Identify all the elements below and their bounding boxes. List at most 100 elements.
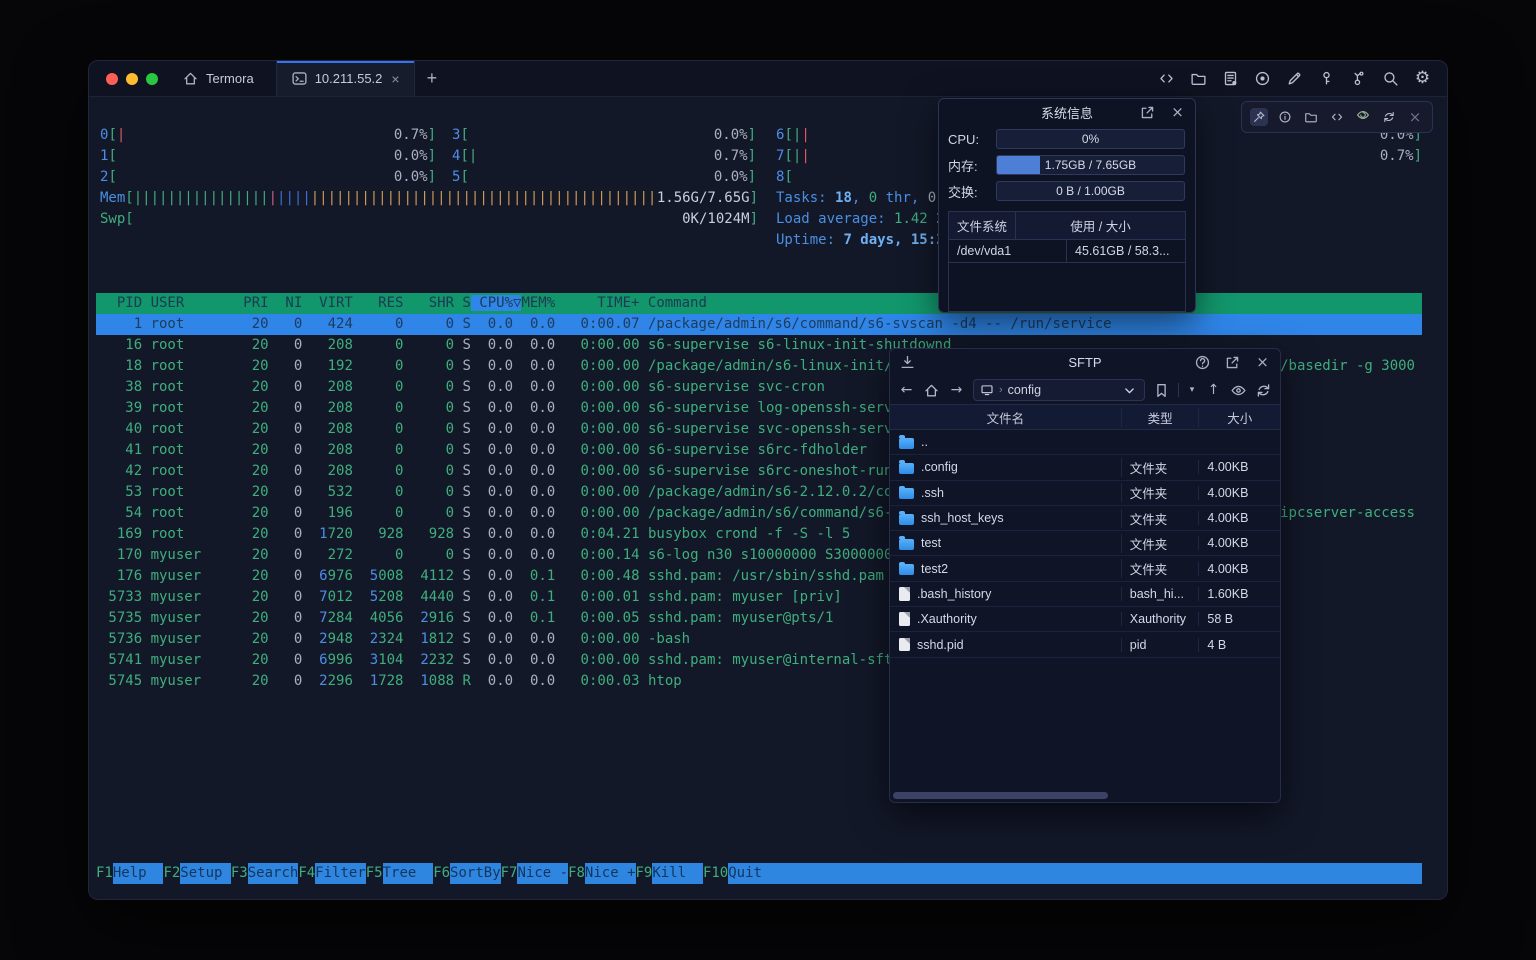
log-icon[interactable] (1222, 70, 1239, 87)
folder-icon[interactable] (1302, 108, 1320, 126)
sftp-window: SFTP × ← → › config ▾ ↑ 文件名 (889, 348, 1281, 803)
file-row[interactable]: .bash_historybash_hi...1.60KB (890, 582, 1280, 607)
side-toolbar: × (1241, 101, 1433, 133)
close-window-button[interactable] (106, 73, 118, 85)
tab-termora-home[interactable]: Termora (172, 61, 276, 96)
upload-icon[interactable]: ↑ (1205, 382, 1222, 399)
close-icon[interactable]: × (1169, 104, 1186, 121)
fkey-f1[interactable]: F1Help (96, 863, 163, 884)
file-icon (899, 612, 910, 626)
record-icon[interactable] (1254, 70, 1271, 87)
fkey-f6[interactable]: F6SortBy (433, 863, 500, 884)
folder-icon (899, 564, 914, 575)
filesystem-table: 文件系统使用 / 大小/dev/vda145.61GB / 58.3... (948, 211, 1186, 312)
sftp-titlebar[interactable]: SFTP × (890, 349, 1280, 376)
open-in-window-icon[interactable] (1139, 104, 1156, 121)
sysinfo-titlebar[interactable]: 系统信息 × (939, 99, 1195, 126)
traffic-lights (89, 61, 172, 96)
folder-icon (899, 539, 914, 550)
file-row[interactable]: .ssh文件夹4.00KB (890, 481, 1280, 506)
new-tab-button[interactable]: + (415, 61, 450, 96)
tab-ssh-session[interactable]: 10.211.55.2 × (276, 61, 415, 96)
bookmark-dropdown-icon[interactable]: ▾ (1187, 382, 1197, 399)
sysinfo-meters: CPU:0%内存:1.75GB / 7.65GB交换:0 B / 1.00GB (939, 126, 1195, 204)
code-icon[interactable] (1328, 108, 1346, 126)
edit-icon[interactable] (1286, 70, 1303, 87)
filesystem-row[interactable]: /dev/vda145.61GB / 58.3... (949, 240, 1185, 263)
computer-icon (980, 383, 994, 397)
fkey-f3[interactable]: F3Search (231, 863, 298, 884)
folder-icon (899, 438, 914, 449)
breadcrumb-path: config (1008, 383, 1041, 397)
sftp-toolbar: ← → › config ▾ ↑ (890, 376, 1280, 404)
fkey-f2[interactable]: F2Setup (163, 863, 230, 884)
sysinfo-panel: 系统信息 × CPU:0%内存:1.75GB / 7.65GB交换:0 B / … (938, 98, 1196, 313)
file-row[interactable]: test文件夹4.00KB (890, 531, 1280, 556)
chevron-down-icon[interactable] (1121, 382, 1138, 399)
folder-icon (899, 514, 914, 525)
scrollbar-thumb[interactable] (893, 792, 1108, 799)
fkey-f8[interactable]: F8Nice + (568, 863, 635, 884)
refresh-icon[interactable] (1255, 382, 1272, 399)
meter: Mem[||||||||||||||||||||||||||||||||||||… (100, 188, 758, 209)
file-table: ...config文件夹4.00KB.ssh文件夹4.00KBssh_host_… (890, 430, 1280, 658)
meter: 4[|0.7%] (452, 146, 756, 167)
bookmark-icon[interactable] (1153, 382, 1170, 399)
htop-sort-column: CPU%▽ (471, 295, 522, 311)
key-icon[interactable] (1318, 70, 1335, 87)
file-row[interactable]: sshd.pidpid4 B (890, 632, 1280, 657)
file-row[interactable]: .config文件夹4.00KB (890, 455, 1280, 480)
meter: 5[0.0%] (452, 167, 756, 188)
code-icon[interactable] (1158, 70, 1175, 87)
process-row[interactable]: 1 root 20 0 424 0 0 S 0.0 0.0 0:00.07 /p… (96, 314, 1422, 335)
fkey-f5[interactable]: F5Tree (366, 863, 433, 884)
folder-icon (899, 463, 914, 474)
open-in-window-icon[interactable] (1224, 354, 1241, 371)
file-row[interactable]: test2文件夹4.00KB (890, 556, 1280, 581)
path-breadcrumb[interactable]: › config (973, 379, 1145, 401)
fkey-f4[interactable]: F4Filter (298, 863, 365, 884)
folder-icon (899, 488, 914, 499)
zoom-window-button[interactable] (146, 73, 158, 85)
nvidia-icon[interactable] (1354, 108, 1372, 126)
close-icon[interactable]: × (1406, 108, 1424, 126)
file-row[interactable]: ssh_host_keys文件夹4.00KB (890, 506, 1280, 531)
forward-button[interactable]: → (948, 382, 965, 399)
sync-icon[interactable] (1380, 108, 1398, 126)
help-icon[interactable] (1194, 354, 1211, 371)
keychain-icon[interactable] (1350, 70, 1367, 87)
file-row[interactable]: .. (890, 430, 1280, 455)
fkey-f9[interactable]: F9Kill (636, 863, 703, 884)
htop-function-bar: F1Help F2Setup F3SearchF4FilterF5Tree F6… (96, 863, 1422, 884)
file-table-header[interactable]: 文件名类型大小 (890, 404, 1280, 430)
meter: Swp[0K/1024M] (100, 209, 758, 230)
close-icon[interactable]: × (1254, 354, 1271, 371)
divider (1178, 383, 1179, 397)
htop-load-line: Load average: 1.42 1 (776, 209, 945, 230)
search-icon[interactable] (1382, 70, 1399, 87)
minimize-window-button[interactable] (126, 73, 138, 85)
home-tab-label: Termora (206, 71, 254, 86)
sysinfo-meter-row: 交换:0 B / 1.00GB (939, 178, 1195, 204)
gear-icon[interactable]: ⚙ (1414, 70, 1431, 87)
htop-uptime-line: Uptime: 7 days, 15:3 (776, 230, 945, 251)
fkey-f10[interactable]: F10Quit (703, 863, 1422, 884)
close-tab-icon[interactable]: × (391, 71, 399, 87)
horizontal-scrollbar[interactable] (893, 792, 1277, 799)
pin-icon[interactable] (1250, 108, 1268, 126)
htop-tasks-line: Tasks: 18, 0 thr, 0 (776, 188, 936, 209)
sysinfo-meter-row: CPU:0% (939, 126, 1195, 152)
meter: 1[0.0%] (100, 146, 436, 167)
show-hidden-icon[interactable] (1230, 382, 1247, 399)
info-icon[interactable] (1276, 108, 1294, 126)
sysinfo-meter-row: 内存:1.75GB / 7.65GB (939, 152, 1195, 178)
folder-icon[interactable] (1190, 70, 1207, 87)
home-button[interactable] (923, 382, 940, 399)
tab-bar: Termora 10.211.55.2 × + ⚙ (89, 61, 1447, 97)
fkey-f7[interactable]: F7Nice - (501, 863, 568, 884)
file-row[interactable]: .XauthorityXauthority58 B (890, 607, 1280, 632)
htop-screen-tabs: Main I/O (100, 272, 252, 293)
htop-table-header[interactable]: PID USER PRI NI VIRT RES SHR S CPU%▽MEM%… (96, 293, 1422, 314)
meter: 0[|0.7%] (100, 125, 436, 146)
back-button[interactable]: ← (898, 382, 915, 399)
